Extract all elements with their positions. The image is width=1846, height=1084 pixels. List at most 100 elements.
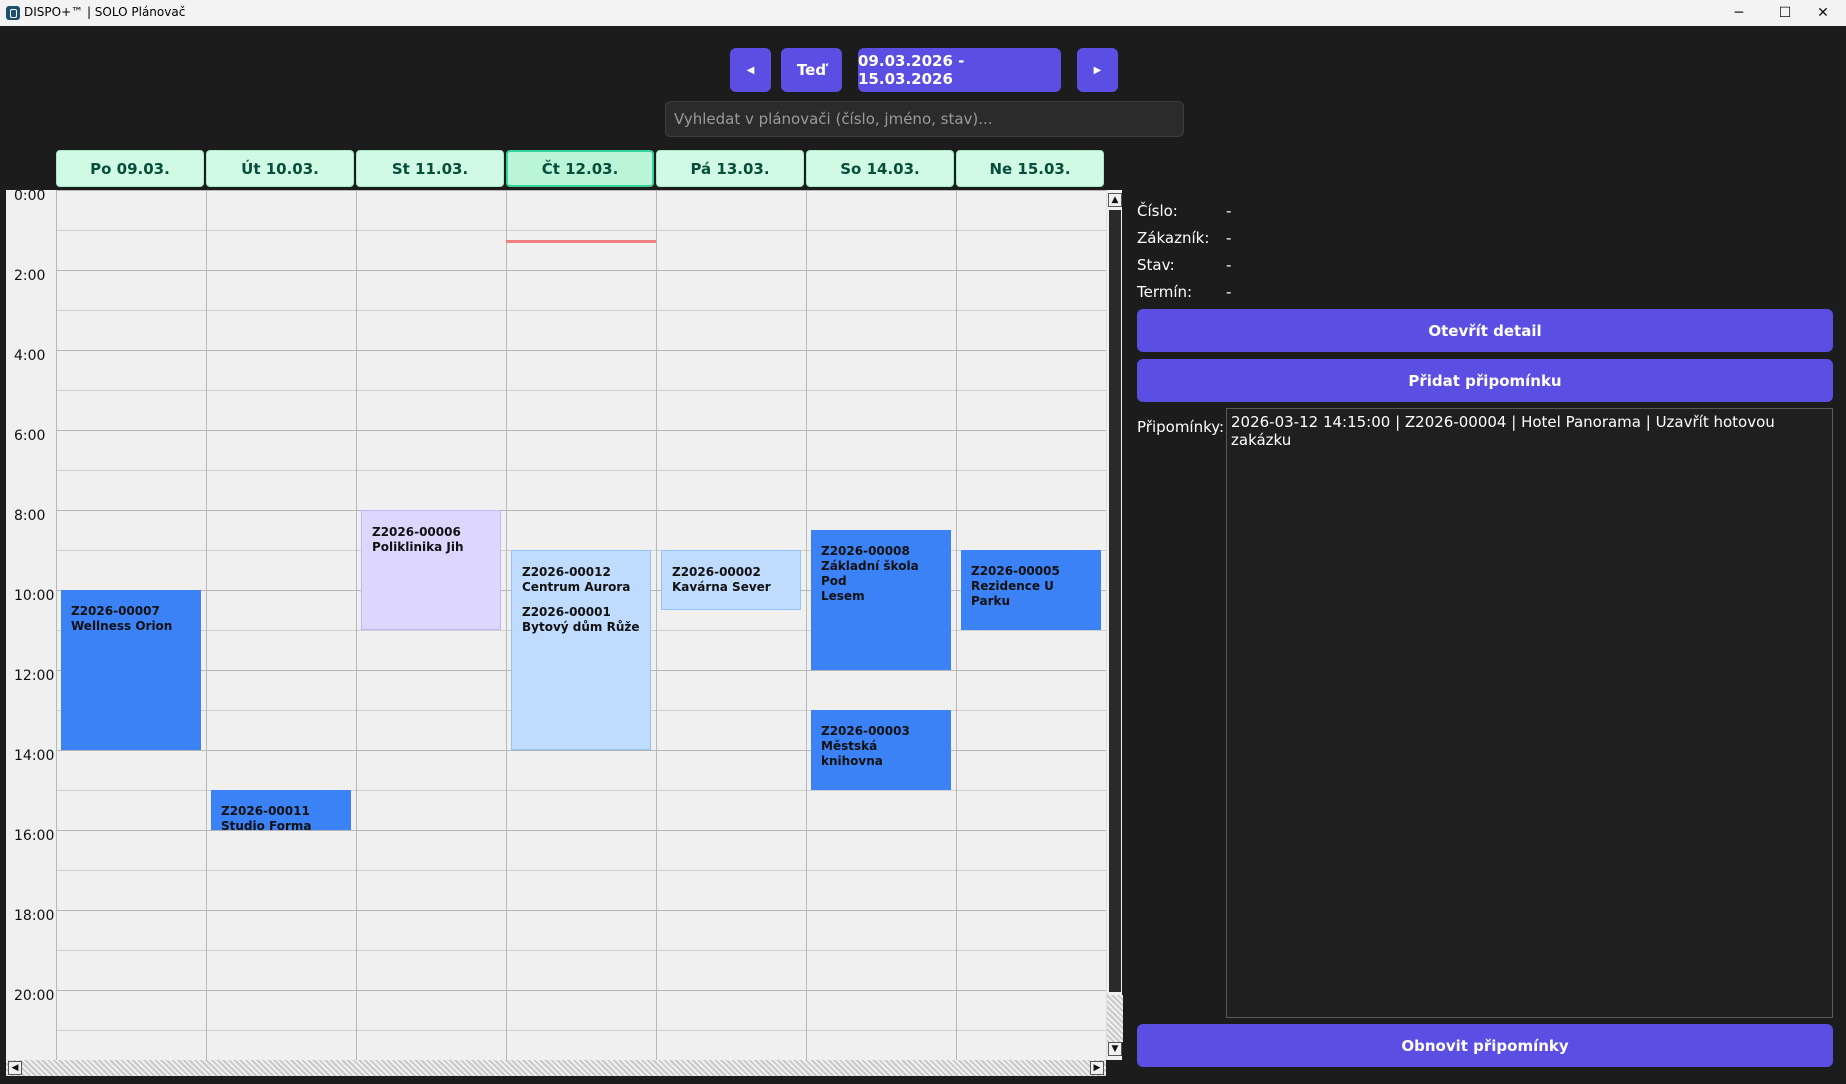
grid-line xyxy=(56,510,1106,511)
open-detail-button[interactable]: Otevřít detail xyxy=(1137,309,1833,352)
number-value: - xyxy=(1226,202,1232,220)
grid-line xyxy=(56,350,1106,351)
hour-label: 18:00 xyxy=(14,908,55,924)
event-card[interactable]: Z2026-00005 Rezidence U Parku xyxy=(961,550,1101,630)
event-card[interactable]: Z2026-00008 Základní škola Pod Lesem xyxy=(811,530,951,670)
date-range-button[interactable]: 09.03.2026 - 15.03.2026 xyxy=(858,48,1061,92)
day-header-sun[interactable]: Ne 15.03. xyxy=(956,150,1104,187)
day-header-mon[interactable]: Po 09.03. xyxy=(56,150,204,187)
event-number: Z2026-00008 xyxy=(821,544,910,558)
hour-label: 12:00 xyxy=(14,668,55,684)
status-value: - xyxy=(1226,256,1232,274)
grid-line xyxy=(56,950,1106,951)
close-button[interactable]: ✕ xyxy=(1800,0,1846,26)
event-number: Z2026-00001 xyxy=(522,605,611,619)
day-header-wed[interactable]: St 11.03. xyxy=(356,150,504,187)
event-number: Z2026-00003 xyxy=(821,724,910,738)
scrollbar-thumb[interactable] xyxy=(1109,210,1121,992)
event-customer: Rezidence U Parku xyxy=(971,579,1054,608)
event-card[interactable]: Z2026-00003 Městská knihovna xyxy=(811,710,951,790)
status-label: Stav: xyxy=(1137,256,1175,274)
grid-column-line xyxy=(56,190,57,1060)
grid-line xyxy=(56,270,1106,271)
current-time-indicator xyxy=(506,240,656,243)
next-week-button[interactable]: ▶ xyxy=(1077,48,1118,92)
event-number: Z2026-00006 xyxy=(372,525,461,539)
hour-label: 14:00 xyxy=(14,748,55,764)
scroll-right-icon[interactable]: ▶ xyxy=(1090,1061,1104,1075)
prev-week-button[interactable]: ◀ xyxy=(730,48,771,92)
event-number: Z2026-00012 xyxy=(522,565,611,579)
hour-label: 0:00 xyxy=(14,190,46,204)
event-card[interactable]: Z2026-00012 Centrum Aurora Z2026-00001 B… xyxy=(511,550,651,750)
chevron-right-icon: ▶ xyxy=(1093,64,1102,76)
grid-column-line xyxy=(356,190,357,1060)
reminders-textarea[interactable]: 2026-03-12 14:15:00 | Z2026-00004 | Hote… xyxy=(1226,408,1833,1018)
event-number: Z2026-00002 xyxy=(672,565,761,579)
event-card[interactable]: Z2026-00011 Studio Forma xyxy=(211,790,351,833)
grid-line xyxy=(56,870,1106,871)
grid-line xyxy=(56,470,1106,471)
reminder-item: 2026-03-12 14:15:00 | Z2026-00004 | Hote… xyxy=(1231,413,1775,449)
grid-line xyxy=(56,830,1106,831)
number-label: Číslo: xyxy=(1137,202,1178,220)
grid-line xyxy=(56,910,1106,911)
minimize-button[interactable]: ─ xyxy=(1716,0,1762,26)
customer-label: Zákazník: xyxy=(1137,229,1210,247)
chevron-left-icon: ◀ xyxy=(746,64,755,76)
scroll-left-icon[interactable]: ◀ xyxy=(8,1061,22,1075)
grid-line xyxy=(56,230,1106,231)
vertical-scrollbar[interactable]: ▲ ▼ xyxy=(1106,190,1123,1060)
hour-label: 8:00 xyxy=(14,508,46,524)
horizontal-scrollbar[interactable]: ◀ ▶ xyxy=(6,1060,1106,1076)
scroll-up-icon[interactable]: ▲ xyxy=(1108,193,1122,207)
scrollbar-track xyxy=(1107,995,1123,1042)
window-title: DISPO+™ | SOLO Plánovač xyxy=(24,5,186,19)
event-customer: Bytový dům Růže xyxy=(522,620,640,634)
hour-label: 6:00 xyxy=(14,428,46,444)
event-customer: Poliklinika Jih xyxy=(372,540,464,554)
grid-line xyxy=(56,310,1106,311)
event-customer: Základní škola Pod xyxy=(821,559,919,588)
day-header-thu-today[interactable]: Čt 12.03. xyxy=(506,150,654,187)
hour-label: 10:00 xyxy=(14,588,55,604)
grid-line xyxy=(56,990,1106,991)
reminders-label: Připomínky: xyxy=(1137,418,1225,436)
day-header-tue[interactable]: Út 10.03. xyxy=(206,150,354,187)
grid-line xyxy=(56,430,1106,431)
event-card[interactable]: Z2026-00002 Kavárna Sever xyxy=(661,550,801,610)
hour-label: 2:00 xyxy=(14,268,46,284)
day-header-fri[interactable]: Pá 13.03. xyxy=(656,150,804,187)
event-number: Z2026-00007 xyxy=(71,604,160,618)
day-header-sat[interactable]: So 14.03. xyxy=(806,150,954,187)
grid-column-line xyxy=(956,190,957,1060)
hour-label: 20:00 xyxy=(14,988,55,1004)
customer-value: - xyxy=(1226,229,1232,247)
grid-column-line xyxy=(656,190,657,1060)
deadline-label: Termín: xyxy=(1137,283,1193,301)
add-reminder-button[interactable]: Přidat připomínku xyxy=(1137,359,1833,402)
grid-column-line xyxy=(806,190,807,1060)
event-number: Z2026-00005 xyxy=(971,564,1060,578)
scroll-down-icon[interactable]: ▼ xyxy=(1108,1042,1122,1056)
grid-column-line xyxy=(506,190,507,1060)
app-icon xyxy=(6,6,20,20)
event-customer: Centrum Aurora xyxy=(522,580,631,594)
event-number: Z2026-00011 xyxy=(221,804,310,818)
today-button[interactable]: Teď xyxy=(781,48,842,92)
refresh-reminders-button[interactable]: Obnovit připomínky xyxy=(1137,1024,1833,1067)
event-customer: Studio Forma xyxy=(221,819,312,833)
deadline-value: - xyxy=(1226,283,1232,301)
title-bar: DISPO+™ | SOLO Plánovač ─ ☐ ✕ xyxy=(0,0,1846,26)
grid-line xyxy=(56,190,1106,191)
week-grid[interactable]: 0:00 2:00 4:00 6:00 8:00 10:00 12:00 14:… xyxy=(6,190,1106,1060)
event-card[interactable]: Z2026-00006 Poliklinika Jih xyxy=(361,510,501,630)
event-customer: Wellness Orion xyxy=(71,619,173,633)
grid-column-line xyxy=(206,190,207,1060)
hour-label: 16:00 xyxy=(14,828,55,844)
planner-search-input[interactable] xyxy=(665,101,1184,137)
event-card[interactable]: Z2026-00007 Wellness Orion xyxy=(61,590,201,750)
hour-label: 4:00 xyxy=(14,348,46,364)
grid-line xyxy=(56,390,1106,391)
event-customer: Městská knihovna xyxy=(821,739,883,768)
